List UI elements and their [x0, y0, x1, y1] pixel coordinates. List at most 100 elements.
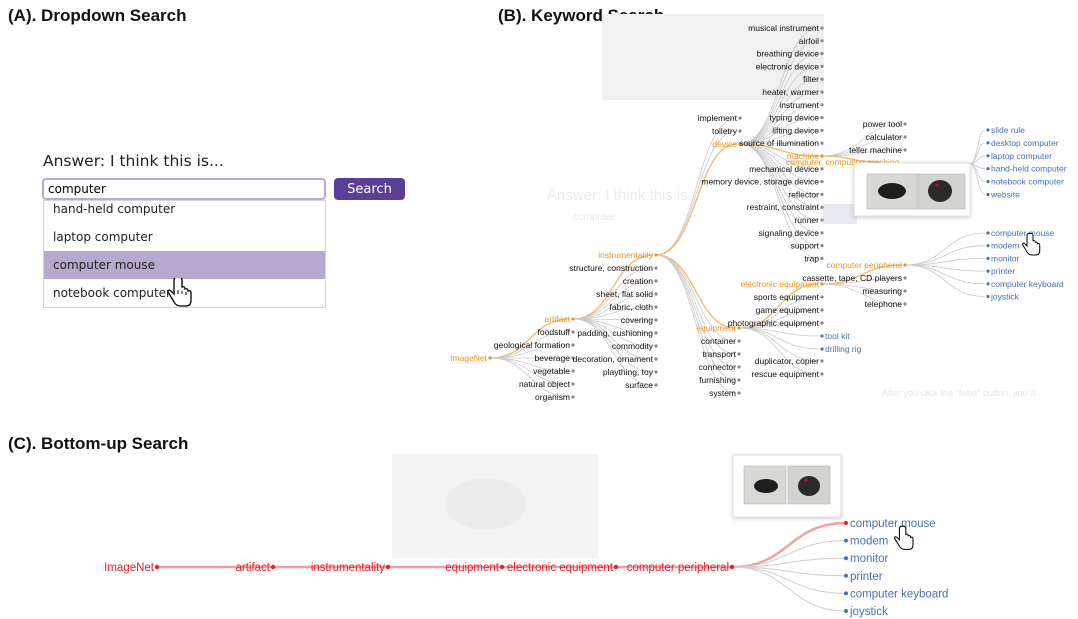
tree-node-label[interactable]: commodity [612, 341, 654, 351]
tree-node-label[interactable]: covering [621, 315, 653, 325]
tree-node-label[interactable]: desktop computer [991, 138, 1059, 148]
path-node-label[interactable]: computer peripheral [627, 562, 729, 574]
tree-node-label[interactable]: joystick [990, 292, 1020, 302]
tree-link [738, 327, 820, 375]
tree-node-label[interactable]: monitor [991, 253, 1020, 263]
search-button[interactable]: Search [334, 178, 405, 200]
tree-node-label[interactable]: breathing device [757, 49, 820, 59]
tree-node-label[interactable]: support [791, 241, 820, 251]
tree-node-label[interactable]: teller machine [849, 145, 902, 155]
tree-node-label[interactable]: system [709, 388, 736, 398]
tree-node-label[interactable]: runner [794, 215, 819, 225]
tree-node-label[interactable]: container [701, 336, 736, 346]
leaf-node-label[interactable]: joystick [849, 606, 888, 618]
mouse-thumbnail-image [878, 183, 906, 199]
tree-node-label[interactable]: hand-held computer [991, 164, 1067, 174]
tree-node-label[interactable]: connector [699, 362, 736, 372]
tree-node-dot [737, 391, 741, 395]
tree-node-label[interactable]: computer keyboard [991, 279, 1064, 289]
tree-node-label[interactable]: typing device [769, 113, 819, 123]
tree-node-label[interactable]: telephone [865, 299, 903, 309]
tree-node-label[interactable]: structure, construction [569, 263, 653, 273]
tree-node-label[interactable]: musical instrument [748, 23, 819, 33]
path-node-dot [613, 564, 619, 570]
tree-node-label[interactable]: heater, warmer [762, 87, 819, 97]
tree-node-label[interactable]: drilling rig [825, 344, 862, 354]
leaf-node-label[interactable]: printer [850, 571, 883, 583]
tree-node-label[interactable]: power tool [863, 119, 902, 129]
tree-node-label[interactable]: device [712, 139, 737, 149]
tree-node-label[interactable]: tool kit [825, 331, 850, 341]
tree-node-dot [820, 372, 824, 376]
tree-node-label[interactable]: laptop computer [991, 151, 1052, 161]
tree-node-label[interactable]: surface [625, 380, 653, 390]
tree-node-label[interactable]: organism [535, 392, 570, 402]
answer-search-input[interactable] [42, 178, 326, 200]
tree-node-dot [738, 129, 742, 133]
tree-node-dot [903, 148, 907, 152]
tree-node-label[interactable]: geological formation [494, 340, 570, 350]
leaf-node-dot [844, 591, 848, 596]
tree-node-label[interactable]: foodstuff [538, 327, 571, 337]
leaf-node-label[interactable]: modem [850, 536, 888, 548]
tree-node-label[interactable]: sports equipment [754, 292, 820, 302]
path-node-label[interactable]: instrumentality [311, 562, 385, 574]
leaf-node-label[interactable]: computer keyboard [850, 588, 948, 600]
tree-node-label[interactable]: trap [804, 253, 819, 263]
tree-node-label[interactable]: creation [623, 276, 654, 286]
tree-node-label[interactable]: slide rule [991, 125, 1025, 135]
tree-node-label[interactable]: photographic equipment [728, 318, 820, 328]
path-node-dot [270, 564, 276, 570]
dropdown-option-selected[interactable]: computer mouse [44, 251, 325, 279]
tree-node-label[interactable]: decoration, ornament [573, 354, 654, 364]
tree-node-label[interactable]: computer peripheral [826, 260, 902, 270]
tree-node-label[interactable]: natural object [519, 379, 571, 389]
tree-node-label[interactable]: cassette, tape, CD players [802, 273, 902, 283]
path-node-label[interactable]: ImageNet [104, 562, 155, 574]
tree-node-label[interactable]: toiletry [712, 126, 738, 136]
tree-node-label[interactable]: electronic device [756, 61, 820, 71]
tree-node-dot [820, 26, 824, 30]
tree-node-label[interactable]: instrument [779, 100, 819, 110]
tree-node-label[interactable]: notebook computer [991, 177, 1064, 187]
tree-node-label[interactable]: filter [803, 74, 819, 84]
tree-node-label[interactable]: furnishing [699, 375, 736, 385]
tree-node-label[interactable]: computer mouse [991, 228, 1055, 238]
tree-node-dot [820, 167, 824, 171]
tree-node-label[interactable]: implement [698, 113, 738, 123]
tree-node-label[interactable]: artifact [544, 314, 570, 324]
tree-node-label[interactable]: rescue equipment [751, 369, 819, 379]
tree-node-label[interactable]: modem [991, 241, 1019, 251]
tree-node-label[interactable]: beverage [535, 353, 571, 363]
tree-node-label[interactable]: airfoil [799, 36, 819, 46]
path-node-label[interactable]: electronic equipment [507, 562, 614, 574]
leaf-node-label[interactable]: monitor [850, 553, 889, 565]
tree-node-label[interactable]: memory device, storage device [701, 177, 819, 187]
tree-node-label[interactable]: source of illumination [739, 138, 819, 148]
tree-node-label[interactable]: vegetable [533, 366, 570, 376]
path-node-label[interactable]: artifact [235, 562, 270, 574]
tree-node-label[interactable]: reflector [788, 189, 819, 199]
tree-node-label[interactable]: calculator [866, 132, 903, 142]
path-node-label[interactable]: equipment [445, 562, 500, 574]
tree-node-dot [903, 276, 907, 280]
leaf-node-label-selected[interactable]: computer mouse [850, 518, 936, 530]
tree-node-label[interactable]: duplicator, copier [755, 356, 819, 366]
tree-node-label[interactable]: fabric, cloth [610, 302, 654, 312]
tree-node-label[interactable]: restraint, constraint [747, 202, 820, 212]
tree-node-label[interactable]: website [990, 190, 1020, 200]
tree-node-label[interactable]: printer [991, 266, 1015, 276]
tree-node-label[interactable]: transport [702, 349, 736, 359]
dropdown-option[interactable]: hand-held computer [44, 201, 325, 223]
tree-node-label[interactable]: measuring [862, 286, 902, 296]
tree-node-label[interactable]: game equipment [756, 305, 820, 315]
tree-node-label[interactable]: sheet, flat solid [596, 289, 653, 299]
tree-node-label[interactable]: instrumentality [598, 250, 654, 260]
tree-node-label[interactable]: plaything, toy [603, 367, 654, 377]
tree-node-label[interactable]: padding, cushioning [577, 328, 653, 338]
tree-node-label[interactable]: lifting device [772, 125, 819, 135]
tree-node-label[interactable]: ImageNet [450, 353, 487, 363]
tree-node-label[interactable]: signaling device [759, 228, 820, 238]
bottom-up-tree: ImageNet artifact instrumentality equipment… [104, 454, 948, 618]
dropdown-option[interactable]: laptop computer [44, 223, 325, 251]
